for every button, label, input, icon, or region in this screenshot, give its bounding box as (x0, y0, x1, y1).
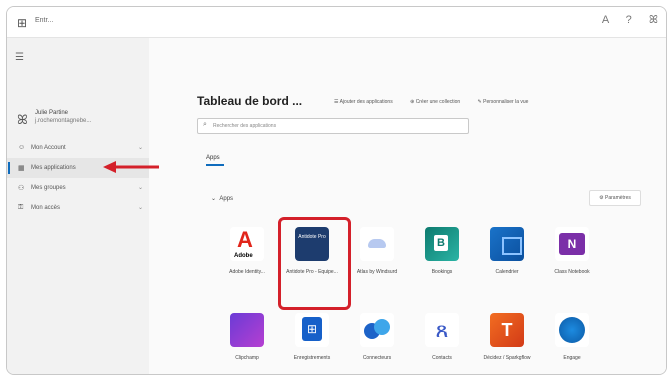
app-label: Atlas by Windsurd (356, 269, 398, 275)
chevron-down-icon: ⌄ (137, 185, 143, 191)
app-label: Adobe Identity... (229, 269, 265, 275)
app-tile-bookings[interactable]: B Bookings (412, 223, 472, 303)
search-icon: ⌕ (203, 121, 207, 128)
app-label: Bookings (431, 269, 453, 275)
main-content: Tableau de bord ... ☰ Ajouter des applic… (149, 38, 666, 374)
sidebar-item-account[interactable]: ☺ Mon Account ⌄ (7, 138, 149, 158)
sidebar: ☰ ꕤ Julie Partine j.rochemontagnebe... ☺… (7, 38, 149, 374)
customize-view-button[interactable]: ✎ Personnaliser la vue (478, 99, 537, 105)
engage-icon (555, 313, 589, 347)
app-label: Décidez / Sparkgflow (483, 355, 531, 361)
sidebar-item-label: Mon accès (31, 205, 61, 211)
pointer-arrow-icon (103, 161, 159, 173)
grid-icon[interactable]: ⊞ (17, 16, 27, 30)
user-icon[interactable]: ꕤ (649, 14, 658, 26)
highlight-box (278, 217, 351, 310)
app-tile-calendar[interactable]: Calendrier (477, 223, 537, 303)
tutor-icon: T (490, 313, 524, 347)
app-label: Engage (563, 355, 581, 361)
app-label: Clipchamp (235, 355, 259, 361)
apps-icon: ▦ (18, 165, 25, 172)
sidebar-nav: ☺ Mon Account ⌄ ▦ Mes applications ⚇ Mes… (7, 138, 149, 218)
store-icon: ⊞ (295, 313, 329, 347)
settings-button[interactable]: ⚙ Paramètres (589, 190, 641, 206)
app-tile-class-notebook[interactable]: N Class Notebook (542, 223, 602, 303)
search-input[interactable]: ⌕ Rechercher des applications (197, 118, 469, 134)
calendar-icon (490, 227, 524, 261)
app-tile-engage[interactable]: Engage (542, 309, 602, 374)
avatar: ꕤ (17, 112, 28, 127)
app-tile-tutor[interactable]: T Décidez / Sparkgflow (477, 309, 537, 374)
app-tile-contacts[interactable]: ጸ Contacts (412, 309, 472, 374)
chevron-down-icon: ⌄ (137, 205, 143, 211)
top-bar: ⊞ Entr... A ? ꕤ (7, 7, 666, 38)
user-name: Julie Partine (35, 110, 69, 116)
chevron-down-icon: ⌄ (211, 196, 217, 202)
cloud-icon (360, 227, 394, 261)
add-apps-button[interactable]: ☰ Ajouter des applications (334, 99, 401, 105)
brand-name: Entr... (35, 17, 54, 24)
app-tile-adobe[interactable]: A Adobe Adobe Identity... (217, 223, 277, 303)
clipchamp-icon (230, 313, 264, 347)
contacts-icon: ጸ (425, 313, 459, 347)
sidebar-item-access[interactable]: ⚿ Mon accès ⌄ (7, 198, 149, 218)
alert-icon[interactable]: A (602, 14, 609, 26)
sidebar-item-label: Mes groupes (31, 185, 66, 191)
app-label: Enregistrements (293, 355, 331, 361)
create-collection-button[interactable]: ⊕ Créer une collection (410, 99, 468, 105)
user-email: j.rochemontagnebe... (35, 118, 92, 124)
onenote-icon: N (555, 227, 589, 261)
app-window: ⊞ Entr... A ? ꕤ ☰ ꕤ Julie Partine j.roch… (6, 6, 667, 375)
app-label: Contacts (432, 355, 452, 361)
user-icon: ☺ (18, 144, 26, 151)
search-placeholder: Rechercher des applications (213, 123, 277, 129)
page-title: Tableau de bord ... (197, 94, 303, 108)
top-bar-actions: A ? ꕤ (588, 14, 658, 27)
tab-apps[interactable]: Apps (206, 155, 224, 166)
bookings-icon: B (425, 227, 459, 261)
app-tile-store[interactable]: ⊞ Enregistrements (282, 309, 342, 374)
app-label: Connecteurs (362, 355, 392, 361)
app-label: Calendrier (495, 269, 519, 275)
header-actions: ☰ Ajouter des applications ⊕ Créer une c… (334, 99, 544, 105)
chevron-down-icon: ⌄ (137, 145, 143, 151)
app-tile-clipchamp[interactable]: Clipchamp (217, 309, 277, 374)
sidebar-item-groups[interactable]: ⚇ Mes groupes ⌄ (7, 178, 149, 198)
hamburger-icon[interactable]: ☰ (15, 52, 24, 63)
app-tile-connectors[interactable]: Connecteurs (347, 309, 407, 374)
adobe-icon: A Adobe (230, 227, 264, 261)
app-tile-atlas[interactable]: Atlas by Windsurd (347, 223, 407, 303)
sidebar-item-label: Mes applications (31, 165, 76, 171)
help-icon[interactable]: ? (626, 14, 632, 26)
connect-icon (360, 313, 394, 347)
lock-icon: ⚿ (18, 204, 24, 211)
apps-section-header[interactable]: ⌄ Apps (211, 195, 233, 202)
sidebar-item-label: Mon Account (31, 145, 66, 151)
app-label: Class Notebook (554, 269, 590, 275)
group-icon: ⚇ (18, 185, 25, 192)
